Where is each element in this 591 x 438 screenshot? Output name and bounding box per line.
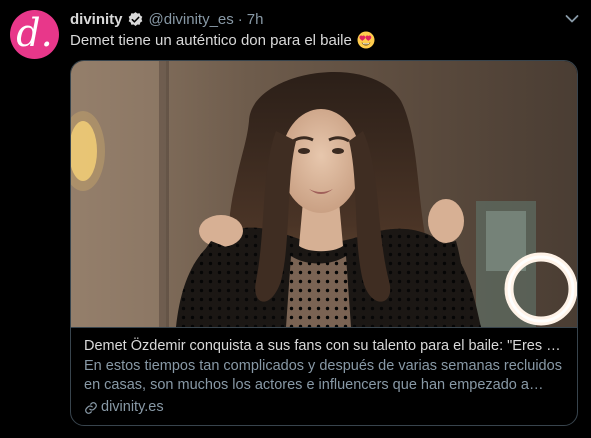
more-options-chevron-icon[interactable]	[562, 9, 582, 29]
tweet-body: Demet tiene un auténtico don para el bai…	[70, 31, 352, 49]
link-preview-card[interactable]: Demet Özdemir conquista a sus fans con s…	[70, 60, 578, 426]
card-description: En estos tiempos tan complicados y despu…	[84, 358, 562, 393]
verified-badge-icon	[127, 11, 144, 28]
tweet-header: divinity @divinity_es · 7h	[70, 9, 263, 29]
avatar-logo: d.	[16, 10, 53, 55]
timestamp[interactable]: 7h	[247, 11, 264, 28]
avatar[interactable]: d.	[10, 10, 59, 59]
card-photo[interactable]	[71, 61, 577, 327]
card-title: Demet Özdemir conquista a sus fans con s…	[84, 338, 561, 354]
heart-eyes-emoji-icon	[357, 31, 375, 49]
separator-dot: ·	[237, 10, 243, 28]
card-domain-text: divinity.es	[101, 399, 164, 415]
card-text-area[interactable]: Demet Özdemir conquista a sus fans con s…	[71, 327, 577, 425]
tweet-text: Demet tiene un auténtico don para el bai…	[70, 31, 375, 49]
card-domain: divinity.es	[84, 398, 564, 417]
user-handle[interactable]: @divinity_es	[149, 11, 234, 28]
display-name[interactable]: divinity	[70, 11, 123, 28]
link-icon	[84, 401, 98, 415]
